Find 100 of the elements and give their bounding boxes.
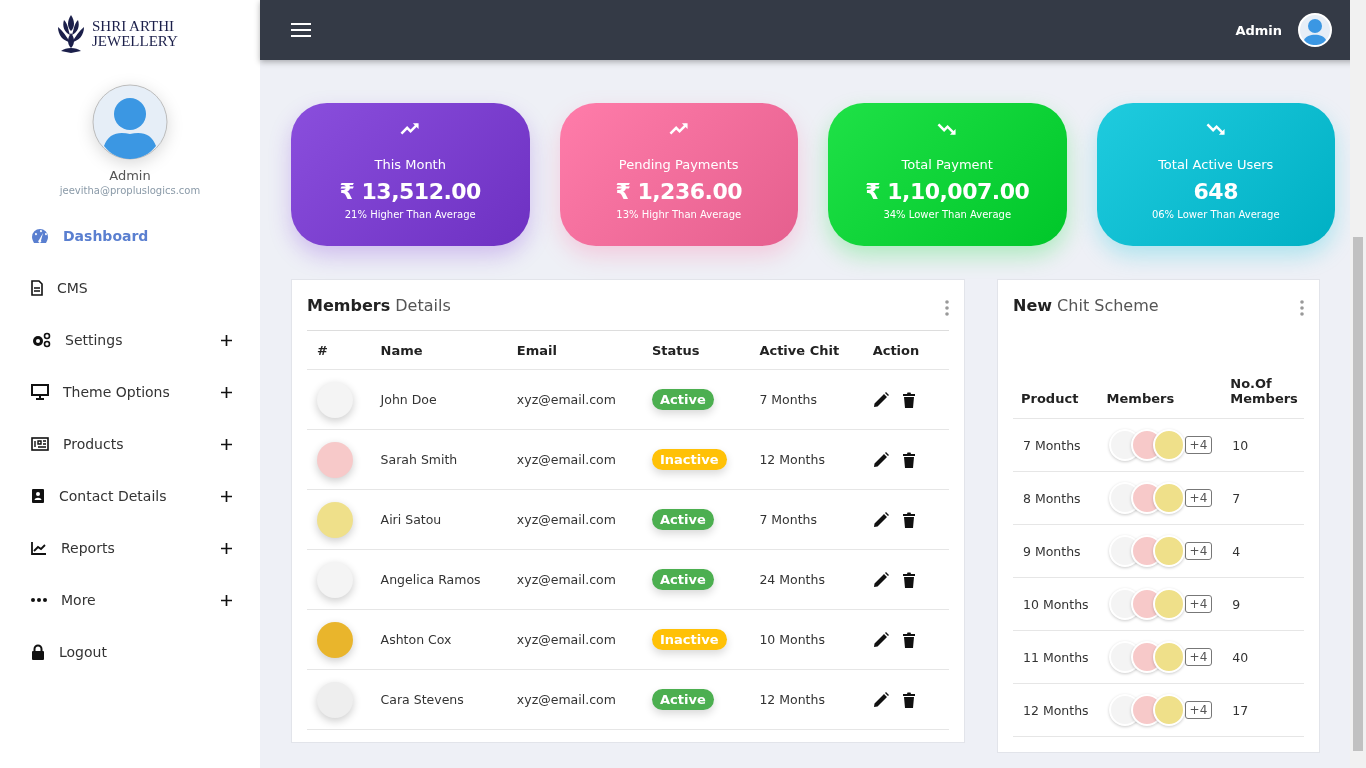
avatar-placeholder (317, 501, 353, 538)
trash-icon[interactable] (902, 451, 915, 468)
stat-note: 13% Highr Than Average (616, 209, 742, 220)
trash-icon[interactable] (902, 571, 915, 588)
gauge-icon (31, 228, 49, 244)
avatar-placeholder (317, 681, 353, 718)
table-cell: Angelica Ramos (370, 549, 507, 610)
table-cell: 4 (1222, 524, 1304, 578)
table-cell: 17 (1222, 683, 1304, 737)
sidebar-item[interactable]: Dashboard (0, 210, 260, 262)
scrollbar-thumb[interactable] (1353, 237, 1363, 751)
ellipsis-icon (31, 598, 47, 602)
sidebar-item[interactable]: More (0, 574, 260, 626)
trash-icon[interactable] (902, 511, 915, 528)
more-options-icon[interactable] (1300, 300, 1304, 316)
edit-icon[interactable] (872, 511, 889, 528)
sidebar-item[interactable]: Products (0, 418, 260, 470)
more-count: +4 (1184, 648, 1213, 666)
avatar-placeholder (1152, 588, 1185, 620)
table-cell: 12 Months (749, 669, 863, 730)
table-cell: 10 (1222, 418, 1304, 472)
brand-name: SHRI ARTHI (92, 19, 176, 34)
avatar-placeholder (317, 621, 353, 658)
stat-note: 21% Higher Than Average (344, 209, 476, 220)
table-cell: 9 Months (1013, 524, 1099, 578)
table-cell: xyz@email.com (506, 489, 642, 550)
trash-icon[interactable] (902, 631, 915, 648)
column-header: Status (642, 330, 750, 370)
table-cell: xyz@email.com (506, 429, 642, 490)
stat-value: ₹ 13,512.00 (339, 179, 481, 204)
table-cell: 12 Months (749, 429, 863, 490)
line-chart-icon (31, 541, 47, 555)
sidebar-item[interactable]: Settings (0, 314, 260, 366)
edit-icon[interactable] (872, 691, 889, 708)
table-cell: 40 (1222, 630, 1304, 684)
avatar-placeholder (1152, 482, 1185, 514)
stat-title: Pending Payments (618, 157, 739, 172)
lock-icon (31, 644, 45, 660)
user-name[interactable]: Admin (1235, 22, 1282, 38)
table-cell: 7 Months (1013, 418, 1099, 472)
table-cell: John Doe (370, 369, 507, 430)
more-count: +4 (1184, 436, 1213, 454)
table-cell: 9 (1222, 577, 1304, 631)
column-header: No.Of Members (1222, 330, 1304, 419)
stat-title: Total Active Users (1158, 157, 1274, 172)
stat-title: Total Payment (901, 157, 993, 172)
table-cell: Airi Satou (370, 489, 507, 550)
avatar-placeholder (317, 561, 353, 598)
stat-note: 06% Lower Than Average (1151, 209, 1280, 220)
profile-email: jeevitha@propluslogics.com (59, 185, 201, 196)
table-cell: Cara Stevens (370, 669, 507, 730)
column-header: Email (506, 330, 642, 370)
more-options-icon[interactable] (945, 300, 949, 316)
more-count: +4 (1184, 489, 1213, 507)
avatar-placeholder (1152, 535, 1185, 567)
column-header: # (307, 330, 371, 370)
sidebar-item[interactable]: Logout (0, 626, 260, 678)
user-avatar-icon (92, 84, 168, 160)
status-badge: Active (652, 389, 714, 410)
table-cell: 10 Months (749, 609, 863, 670)
column-header: Product (1013, 330, 1099, 419)
table-cell: 7 Months (749, 369, 863, 430)
sidebar-item[interactable]: CMS (0, 262, 260, 314)
contact-book-icon (31, 488, 45, 504)
status-badge: Active (652, 689, 714, 710)
table-cell: xyz@email.com (506, 369, 642, 430)
table-cell: 7 (1222, 471, 1304, 525)
avatar-placeholder (1152, 694, 1185, 726)
document-icon (31, 280, 43, 296)
table-cell: Ashton Cox (370, 609, 507, 670)
edit-icon[interactable] (872, 391, 889, 408)
scrollbar[interactable] (1350, 0, 1366, 768)
column-header: Active Chit (749, 330, 863, 370)
edit-icon[interactable] (872, 571, 889, 588)
status-badge: Inactive (652, 449, 727, 470)
sidebar-item[interactable]: Theme Options (0, 366, 260, 418)
avatar-placeholder (317, 381, 353, 418)
column-header: Members (1098, 330, 1223, 419)
table-cell: xyz@email.com (506, 549, 642, 610)
edit-icon[interactable] (872, 451, 889, 468)
panel-title: New Chit Scheme (1013, 295, 1159, 315)
sidebar-item[interactable]: Contact Details (0, 470, 260, 522)
menu-icon[interactable] (291, 23, 311, 37)
stat-title: This Month (374, 157, 446, 172)
table-cell: xyz@email.com (506, 669, 642, 730)
avatar-placeholder (1152, 429, 1185, 461)
trash-icon[interactable] (902, 391, 915, 408)
status-badge: Inactive (652, 629, 727, 650)
sidebar-item[interactable]: Reports (0, 522, 260, 574)
trash-icon[interactable] (902, 691, 915, 708)
stat-note: 34% Lower Than Average (883, 209, 1012, 220)
table-cell: Sarah Smith (370, 429, 507, 490)
table-cell: xyz@email.com (506, 609, 642, 670)
stat-value: ₹ 1,10,007.00 (865, 179, 1030, 204)
panel-title: Members Details (307, 295, 451, 315)
edit-icon[interactable] (872, 631, 889, 648)
table-cell: 8 Months (1013, 471, 1099, 525)
avatar-placeholder (317, 441, 353, 478)
table-cell: 12 Months (1013, 683, 1099, 737)
user-avatar-icon[interactable] (1298, 13, 1332, 47)
